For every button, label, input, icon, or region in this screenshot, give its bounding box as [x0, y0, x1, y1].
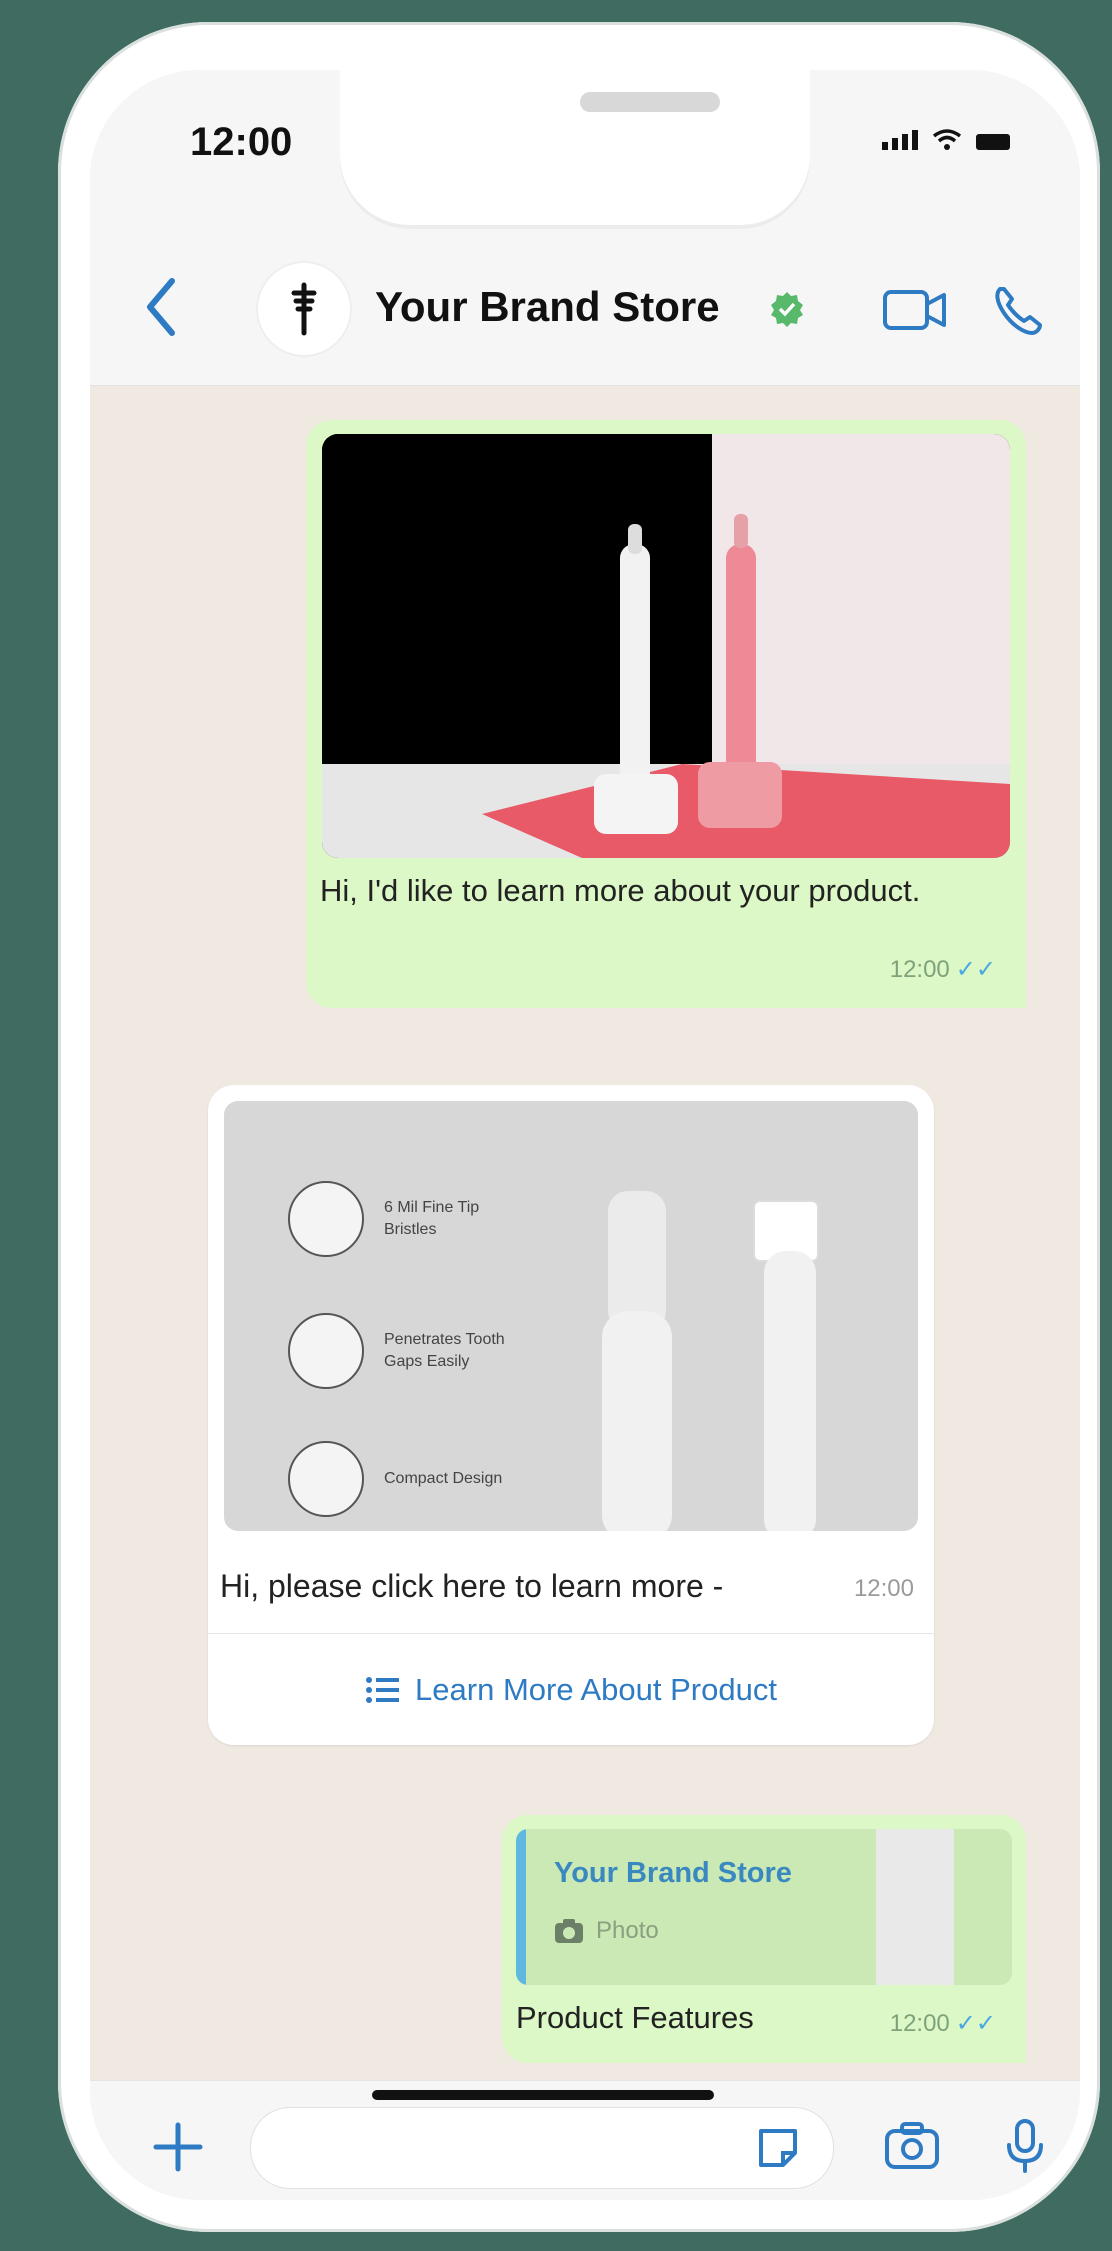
phone-screen: 12:00 Your Brand Store Hi, I'd like to l…: [90, 70, 1080, 2200]
quote-bar: [516, 1829, 526, 1985]
feature-item: Compact Design: [288, 1441, 524, 1517]
toothbrush-photo[interactable]: [322, 434, 1010, 858]
compact-design-icon: [288, 1441, 364, 1517]
avatar[interactable]: [258, 263, 350, 355]
quoted-sender: Your Brand Store: [554, 1857, 792, 1889]
message-timestamp: 12:00 ✓✓: [890, 955, 996, 984]
battery-icon: [976, 134, 1010, 150]
outgoing-reply-message[interactable]: Your Brand Store Photo Product Features …: [502, 1815, 1026, 2063]
message-time: 12:00: [889, 956, 950, 983]
chat-header: Your Brand Store: [90, 235, 1080, 386]
camera-icon[interactable]: [884, 2121, 940, 2171]
bristle-icon: [288, 1181, 364, 1257]
message-time: 12:00: [889, 2010, 950, 2037]
list-icon: [366, 1677, 400, 1703]
wifi-icon: [932, 129, 962, 150]
verified-badge-icon: [771, 292, 803, 327]
learn-more-label: Learn More About Product: [415, 1672, 777, 1707]
back-chevron-icon: [147, 278, 175, 336]
brand-logo-icon: [291, 282, 317, 336]
tooth-gap-icon: [288, 1313, 364, 1389]
video-call-icon[interactable]: [882, 289, 948, 331]
sticker-icon[interactable]: [755, 2125, 801, 2171]
chat-area: Hi, I'd like to learn more about your pr…: [90, 385, 1080, 2080]
read-ticks-icon: ✓✓: [955, 956, 996, 983]
outgoing-message[interactable]: Hi, I'd like to learn more about your pr…: [306, 420, 1026, 1008]
microphone-icon[interactable]: [1005, 2117, 1045, 2177]
quoted-thumbnail: [876, 1829, 954, 1985]
voice-call-icon[interactable]: [990, 283, 1046, 339]
quoted-message[interactable]: Your Brand Store Photo: [516, 1829, 1012, 1985]
home-indicator[interactable]: [372, 2090, 714, 2100]
message-text: Hi, please click here to learn more -: [220, 1568, 724, 1604]
chat-title[interactable]: Your Brand Store: [375, 283, 720, 331]
message-text: Product Features: [516, 2000, 754, 2035]
read-ticks-icon: ✓✓: [955, 2010, 996, 2037]
message-timestamp: 12:00 ✓✓: [890, 2009, 996, 2038]
brush-heads-illustration: [602, 1191, 819, 1531]
status-icons: [882, 128, 1010, 150]
message-input[interactable]: [250, 2107, 834, 2189]
signal-icon: [882, 130, 918, 150]
plus-icon[interactable]: [152, 2121, 204, 2173]
quoted-type: Photo: [554, 1917, 659, 1945]
feature-label: Penetrates Tooth Gaps Easily: [384, 1331, 505, 1370]
learn-more-button[interactable]: Learn More About Product: [208, 1635, 934, 1745]
feature-item: 6 Mil Fine Tip Bristles: [288, 1181, 524, 1257]
camera-small-icon: [555, 1919, 583, 1943]
divider: [208, 1633, 934, 1634]
back-button[interactable]: [142, 275, 178, 344]
incoming-message[interactable]: 6 Mil Fine Tip Bristles Penetrates Tooth…: [208, 1085, 934, 1745]
status-bar: 12:00: [90, 70, 1080, 235]
notch: [340, 70, 810, 225]
message-time: 12:00: [853, 1575, 914, 1602]
feature-label: Compact Design: [384, 1470, 503, 1487]
feature-item: Penetrates Tooth Gaps Easily: [288, 1313, 524, 1389]
speaker-grill: [580, 92, 720, 112]
message-text: Hi, I'd like to learn more about your pr…: [320, 873, 921, 908]
feature-label: 6 Mil Fine Tip Bristles: [384, 1199, 480, 1238]
status-time: 12:00: [190, 120, 293, 164]
quoted-type-label: Photo: [596, 1917, 659, 1944]
product-features-image[interactable]: 6 Mil Fine Tip Bristles Penetrates Tooth…: [224, 1101, 918, 1531]
